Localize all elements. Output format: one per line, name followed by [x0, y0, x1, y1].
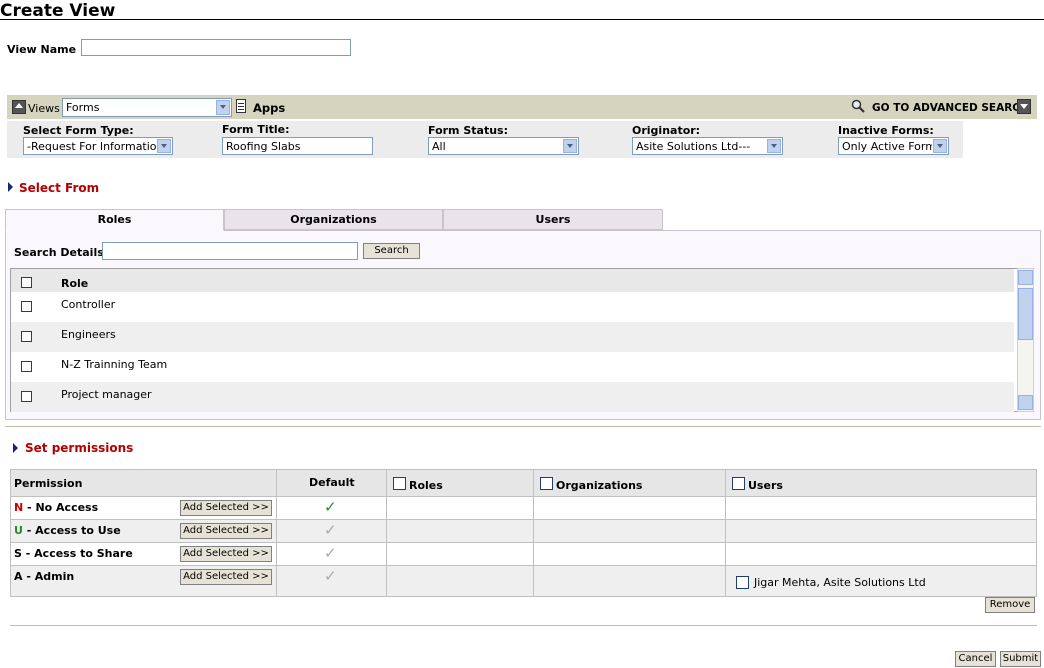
- add-selected-button[interactable]: Add Selected >>: [180, 569, 272, 585]
- permission-row-access-to-share: S - Access to Share: [14, 547, 133, 560]
- row-checkbox[interactable]: [21, 301, 32, 312]
- table-row: N-Z Trainning Team: [11, 352, 1014, 382]
- search-button[interactable]: Search: [363, 243, 420, 259]
- add-selected-button[interactable]: Add Selected >>: [180, 500, 272, 516]
- default-column-header: Default: [309, 476, 355, 489]
- apps-link[interactable]: Apps: [253, 101, 285, 115]
- form-status-label: Form Status:: [428, 124, 508, 137]
- form-type-label: Select Form Type:: [23, 124, 134, 137]
- role-column-header: Role: [61, 277, 89, 290]
- table-header-row: Role: [11, 269, 1014, 292]
- inactive-forms-value: Only Active Forms: [842, 140, 932, 153]
- inactive-forms-label: Inactive Forms:: [838, 124, 934, 137]
- inactive-forms-select[interactable]: Only Active Forms: [838, 137, 949, 155]
- originator-value: Asite Solutions Ltd---: [636, 140, 751, 153]
- form-status-select[interactable]: All: [428, 137, 579, 155]
- roles-table: Role Controller Engineers N-Z Trainning …: [10, 268, 1018, 412]
- title-divider: [0, 19, 1044, 20]
- row-checkbox[interactable]: [21, 361, 32, 372]
- table-row: Engineers: [11, 322, 1014, 352]
- roles-column-checkbox[interactable]: [393, 477, 406, 490]
- permission-name: - Access to Use: [22, 524, 121, 537]
- permission-letter: A: [14, 570, 23, 583]
- form-title-input[interactable]: Roofing Slabs: [222, 137, 373, 155]
- view-name-input[interactable]: [81, 39, 351, 56]
- chevron-down-icon: [157, 139, 171, 153]
- form-title-label: Form Title:: [222, 123, 290, 136]
- check-icon: ✓: [324, 567, 337, 585]
- role-name: Controller: [61, 298, 116, 311]
- expand-arrow-icon[interactable]: [8, 182, 13, 192]
- originator-label: Originator:: [632, 124, 701, 137]
- assigned-user: Jigar Mehta, Asite Solutions Ltd: [754, 576, 926, 589]
- section-divider: [5, 426, 1041, 427]
- advanced-search-link[interactable]: GO TO ADVANCED SEARCH: [872, 102, 1029, 114]
- permission-name: - Access to Share: [21, 547, 133, 560]
- users-column-header: Users: [748, 479, 783, 492]
- views-select[interactable]: Forms: [62, 98, 232, 117]
- user-checkbox[interactable]: [736, 576, 749, 589]
- chevron-down-icon: [563, 139, 577, 153]
- view-name-label: View Name :: [7, 43, 85, 56]
- expand-arrow-icon[interactable]: [13, 443, 18, 453]
- add-selected-button[interactable]: Add Selected >>: [180, 523, 272, 539]
- check-icon: ✓: [324, 521, 337, 539]
- search-details-input[interactable]: [102, 242, 358, 260]
- permission-row-admin: A - Admin: [14, 570, 74, 583]
- roles-column-header: Roles: [409, 479, 443, 492]
- scroll-up-icon[interactable]: [1018, 270, 1033, 285]
- select-all-checkbox[interactable]: [21, 277, 32, 288]
- roles-scrollbar[interactable]: [1017, 268, 1034, 412]
- tab-users[interactable]: Users: [443, 209, 663, 230]
- permission-row-no-access: N - No Access: [14, 501, 98, 514]
- search-details-label: Search Details:: [14, 246, 109, 259]
- chevron-down-icon: [216, 100, 230, 115]
- apps-icon[interactable]: [236, 99, 246, 113]
- scroll-down-icon[interactable]: [1018, 395, 1033, 410]
- check-icon: ✓: [324, 498, 337, 516]
- views-label: Views: [28, 102, 60, 115]
- form-type-select[interactable]: -Request For Information: [23, 137, 173, 155]
- cancel-button[interactable]: Cancel: [955, 651, 996, 667]
- permission-letter: N: [14, 501, 24, 514]
- views-select-value: Forms: [66, 101, 100, 114]
- organizations-column-header: Organizations: [556, 479, 643, 492]
- check-icon: ✓: [324, 544, 337, 562]
- permission-name: - Admin: [22, 570, 75, 583]
- permission-name: - No Access: [23, 501, 99, 514]
- row-checkbox[interactable]: [21, 331, 32, 342]
- organizations-column-checkbox[interactable]: [540, 477, 553, 490]
- search-icon[interactable]: [851, 99, 865, 113]
- set-permissions-heading[interactable]: Set permissions: [25, 441, 133, 455]
- row-shade: [11, 520, 1036, 543]
- submit-button[interactable]: Submit: [1000, 651, 1041, 667]
- remove-button[interactable]: Remove: [985, 597, 1035, 613]
- chevron-down-icon: [767, 139, 781, 153]
- scroll-thumb[interactable]: [1018, 288, 1033, 340]
- permissions-table: Permission Default Roles Organizations U…: [10, 469, 1037, 597]
- permissions-header-row: [11, 470, 1036, 496]
- chevron-down-icon[interactable]: [1017, 99, 1031, 114]
- users-column-checkbox[interactable]: [732, 477, 745, 490]
- form-type-value: -Request For Information: [27, 140, 164, 153]
- tab-organizations[interactable]: Organizations: [224, 209, 443, 230]
- permission-letter: S: [14, 547, 22, 560]
- permission-column-header: Permission: [14, 477, 83, 490]
- originator-select[interactable]: Asite Solutions Ltd---: [632, 137, 783, 155]
- role-name: N-Z Trainning Team: [61, 358, 168, 371]
- collapse-icon[interactable]: [12, 100, 26, 114]
- role-name: Engineers: [61, 328, 116, 341]
- role-name: Project manager: [61, 388, 152, 401]
- section-divider: [10, 625, 1037, 626]
- permission-row-access-to-use: U - Access to Use: [14, 524, 121, 537]
- add-selected-button[interactable]: Add Selected >>: [180, 546, 272, 562]
- table-row: Controller: [11, 292, 1014, 322]
- row-checkbox[interactable]: [21, 391, 32, 402]
- tab-roles[interactable]: Roles: [5, 209, 224, 231]
- select-from-heading[interactable]: Select From: [19, 181, 99, 195]
- form-status-value: All: [432, 140, 446, 153]
- table-row: Project manager: [11, 382, 1014, 412]
- permission-letter: U: [14, 524, 23, 537]
- chevron-down-icon: [933, 139, 947, 153]
